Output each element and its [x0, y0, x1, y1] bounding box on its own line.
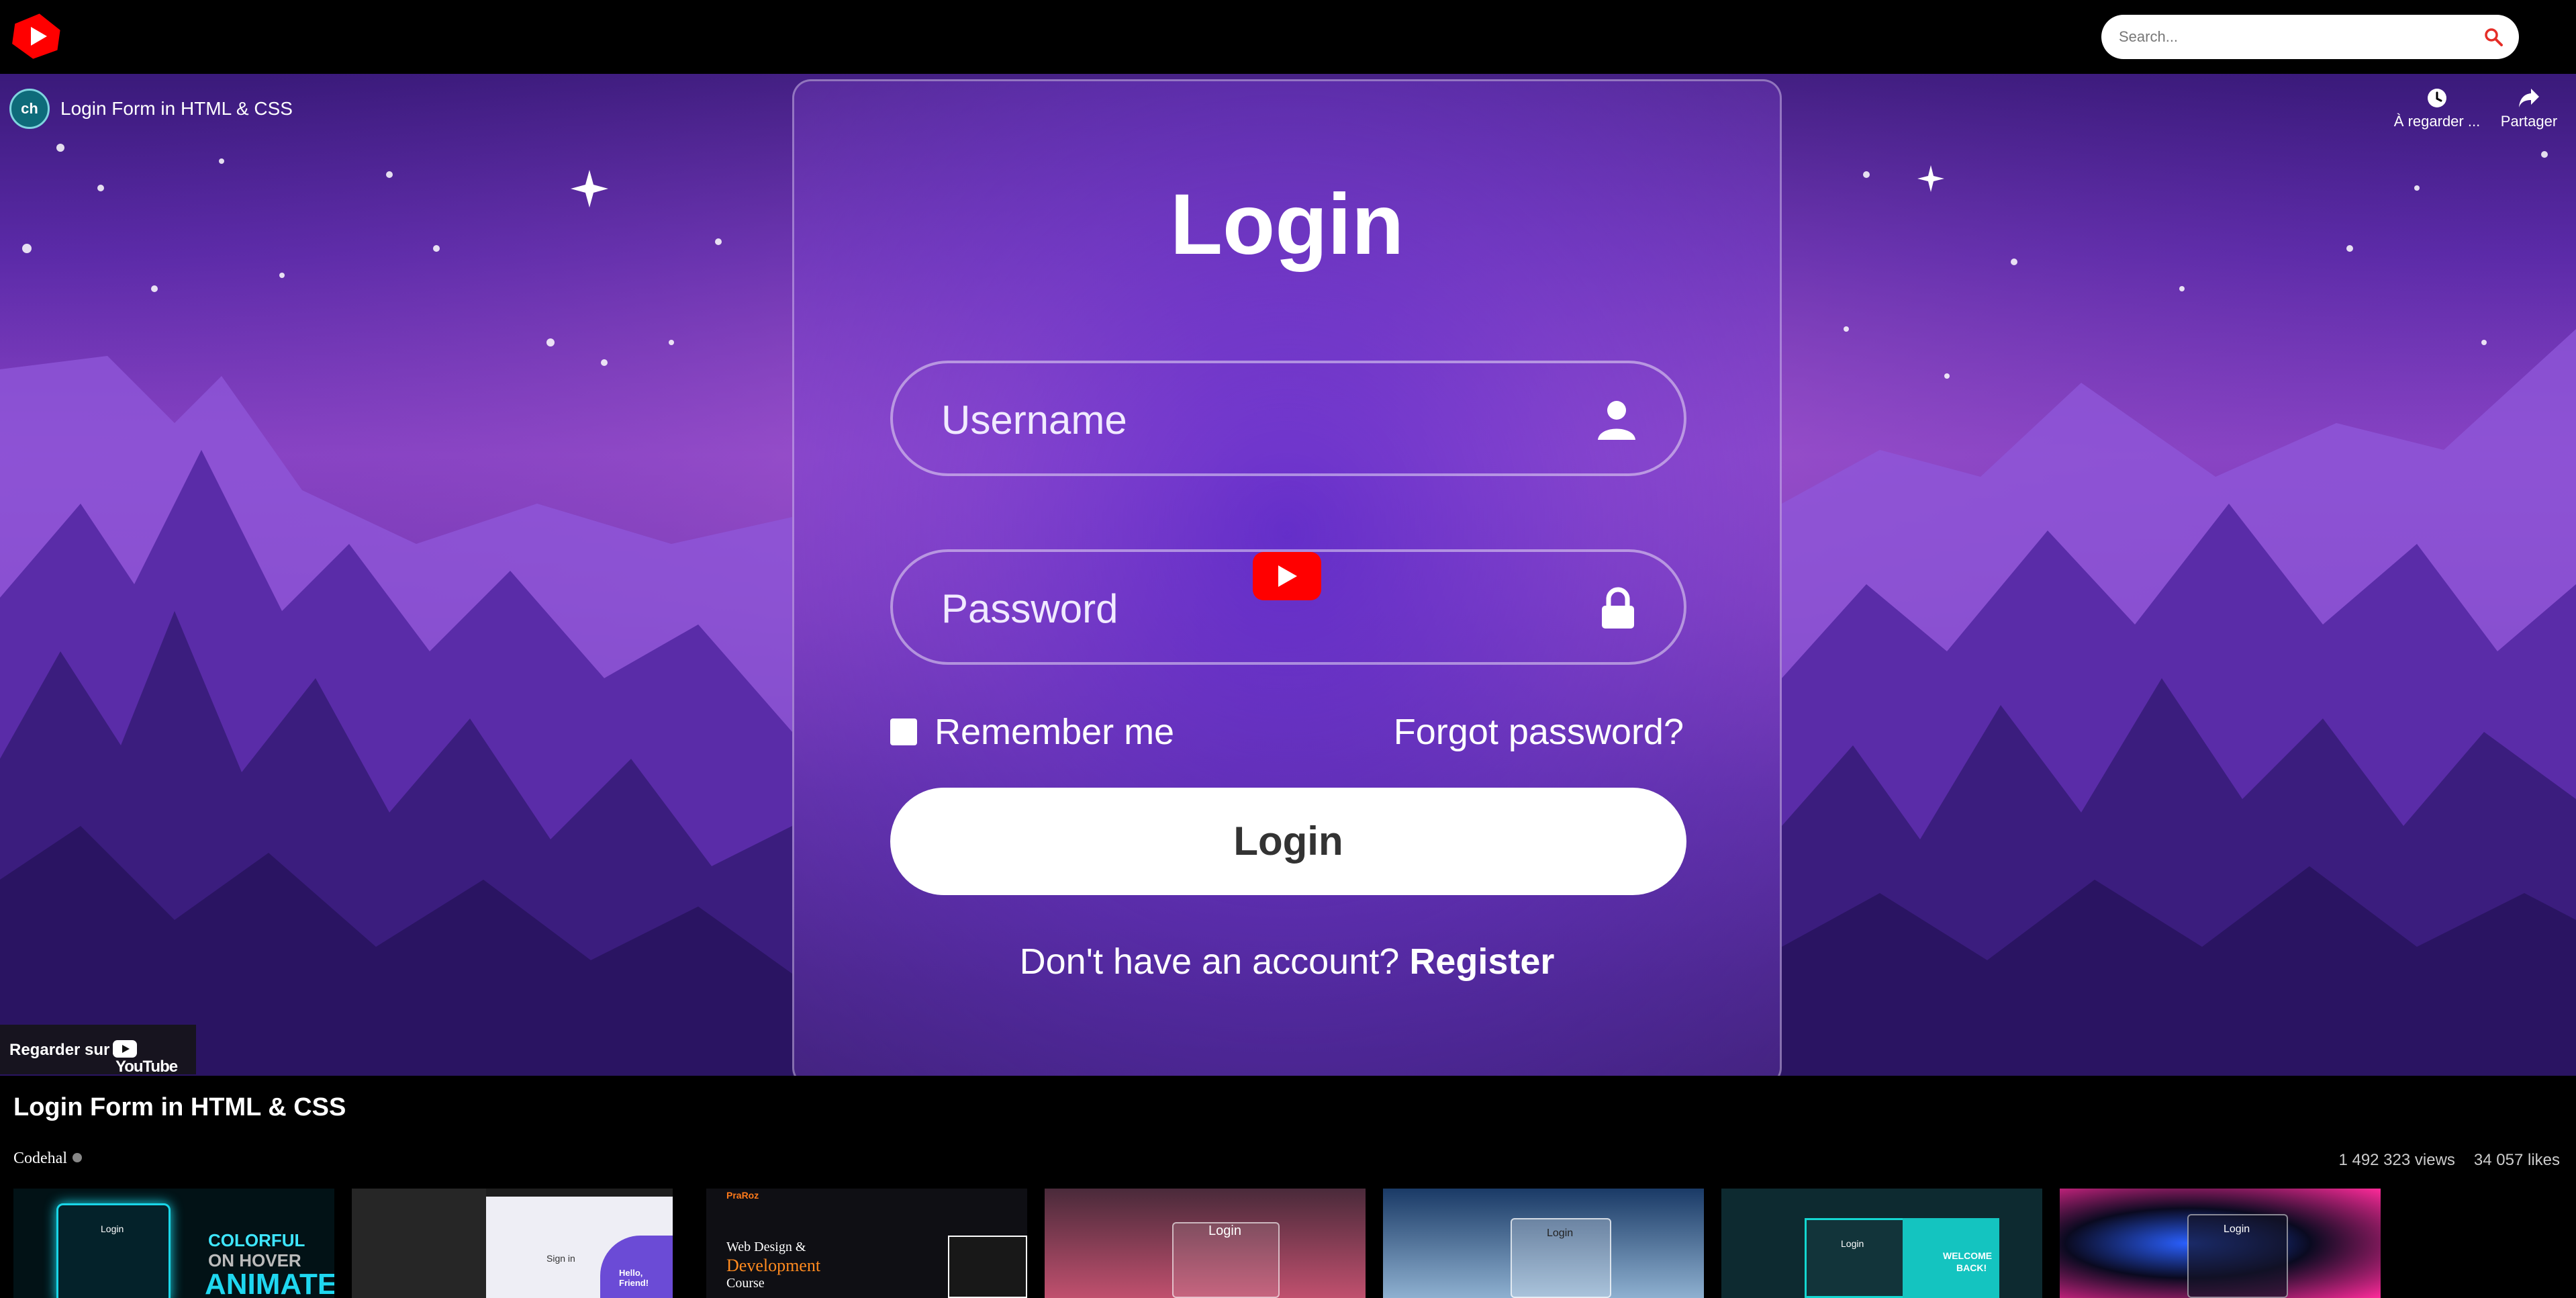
- share-icon: [2519, 89, 2539, 107]
- related-video-thumbnail[interactable]: Login: [1383, 1189, 1704, 1298]
- search-box: [2101, 15, 2519, 59]
- related-video-thumbnail[interactable]: Login: [1045, 1189, 1366, 1298]
- no-account-text: Don't have an account?: [1019, 941, 1400, 982]
- view-count: 1 492 323 views: [2338, 1151, 2455, 1169]
- forgot-password-link: Forgot password?: [1393, 712, 1684, 752]
- remember-me: Remember me: [890, 711, 1174, 753]
- register-link: Register: [1409, 941, 1555, 982]
- remember-checkbox: [890, 718, 917, 745]
- youtube-wordmark: YouTube: [113, 1040, 196, 1076]
- watch-on-youtube-button[interactable]: Regarder sur YouTube: [0, 1025, 196, 1076]
- remember-label: Remember me: [935, 712, 1175, 752]
- password-placeholder: Password: [941, 586, 1118, 631]
- related-video-thumbnail[interactable]: Login: [2060, 1189, 2381, 1298]
- youtube-brand-text: YouTube: [115, 1058, 178, 1076]
- youtube-logo-icon[interactable]: [12, 12, 60, 60]
- user-icon: [1598, 401, 1635, 440]
- search-input[interactable]: [2119, 15, 2468, 59]
- play-button[interactable]: [1253, 552, 1321, 600]
- video-player[interactable]: Login Username Password Remember me Forg…: [0, 74, 2576, 1076]
- login-button: Login: [890, 788, 1686, 895]
- video-title: Login Form in HTML & CSS: [13, 1093, 346, 1121]
- watch-later-label: À regarder ...: [2393, 113, 2481, 130]
- play-icon: [1278, 565, 1297, 587]
- channel-avatar[interactable]: ch: [9, 89, 50, 129]
- search-icon[interactable]: [2484, 28, 2503, 46]
- channel-name-text: Codehal: [13, 1150, 67, 1167]
- username-field: Username: [890, 361, 1686, 476]
- watch-later-button[interactable]: À regarder ...: [2390, 87, 2484, 130]
- username-placeholder: Username: [941, 398, 1127, 443]
- related-video-thumbnail[interactable]: PraRoz Web Design & Development Course: [706, 1189, 1027, 1298]
- lock-icon: [1602, 587, 1634, 629]
- clock-icon: [2428, 89, 2446, 107]
- related-video-thumbnail[interactable]: Login WELCOME BACK!: [1721, 1189, 2042, 1298]
- verified-icon: [72, 1153, 82, 1162]
- player-video-title[interactable]: Login Form in HTML & CSS: [60, 98, 293, 120]
- share-label: Partager: [2500, 113, 2558, 130]
- channel-avatar-text: ch: [21, 100, 38, 117]
- related-video-thumbnail[interactable]: Sign in Hello, Friend!: [352, 1189, 673, 1298]
- like-count: 34 057 likes: [2473, 1151, 2560, 1169]
- top-bar: [0, 0, 2576, 74]
- youtube-play-icon: [113, 1040, 137, 1058]
- register-prompt: Don't have an account? Register: [794, 941, 1780, 982]
- channel-name[interactable]: Codehal: [13, 1150, 82, 1168]
- video-stats: 1 492 323 views 34 057 likes: [2338, 1151, 2560, 1170]
- share-button[interactable]: Partager: [2492, 87, 2566, 130]
- related-videos: Login COLORFUL ON HOVER ANIMATE! Sign in…: [13, 1189, 2430, 1298]
- related-video-thumbnail[interactable]: Login COLORFUL ON HOVER ANIMATE!: [13, 1189, 334, 1298]
- login-heading: Login: [1170, 177, 1404, 273]
- watch-on-label: Regarder sur: [9, 1041, 110, 1059]
